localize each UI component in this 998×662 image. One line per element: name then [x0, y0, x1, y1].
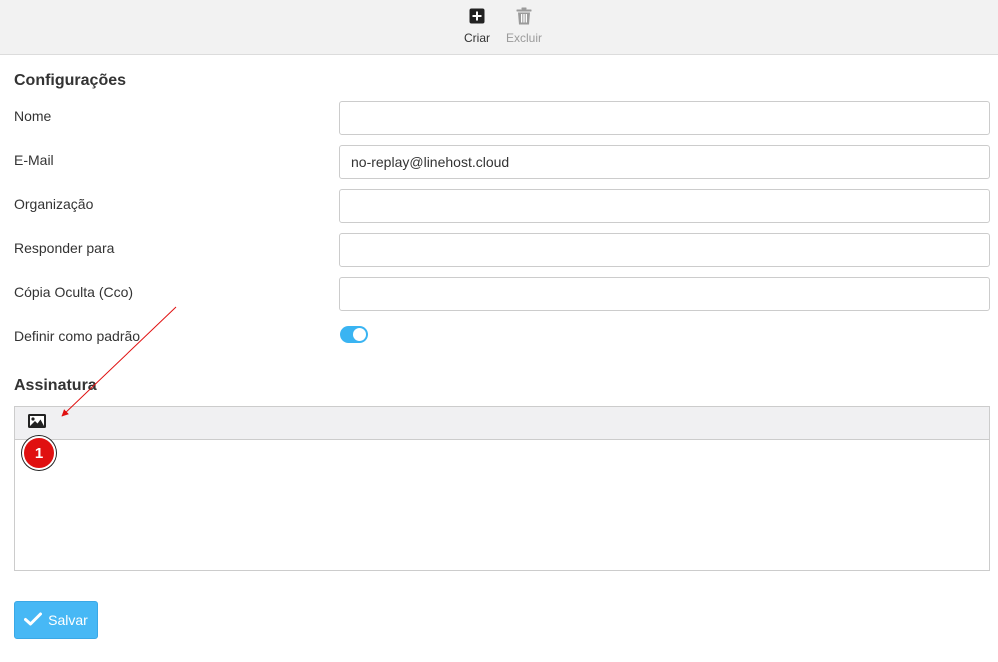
bcc-label: Cópia Oculta (Cco)	[14, 284, 134, 300]
editor-toolbar	[15, 407, 989, 440]
image-icon	[28, 413, 46, 433]
email-input[interactable]	[339, 145, 990, 179]
save-button[interactable]: Salvar	[14, 601, 98, 639]
settings-title: Configurações	[14, 72, 127, 89]
plus-square-icon	[469, 5, 485, 27]
email-label: E-Mail	[14, 152, 54, 168]
save-label: Salvar	[48, 612, 88, 628]
reply-to-label: Responder para	[14, 240, 115, 256]
reply-to-input[interactable]	[339, 233, 990, 267]
signature-editor	[14, 406, 990, 571]
annotation-marker: 1	[22, 436, 56, 470]
create-label: Criar	[464, 31, 490, 45]
name-input[interactable]	[339, 101, 990, 135]
organization-label: Organização	[14, 196, 94, 212]
top-toolbar: Criar Excluir	[0, 0, 998, 55]
signature-content[interactable]	[15, 440, 989, 570]
trash-icon	[516, 5, 532, 27]
name-label: Nome	[14, 108, 52, 124]
bcc-input[interactable]	[339, 277, 990, 311]
set-default-toggle[interactable]	[340, 326, 368, 343]
signature-title: Assinatura	[14, 377, 97, 394]
set-default-label: Definir como padrão	[14, 328, 141, 344]
toggle-knob	[353, 328, 366, 341]
delete-label: Excluir	[505, 31, 542, 45]
organization-input[interactable]	[339, 189, 990, 223]
delete-button[interactable]: Excluir	[504, 5, 544, 45]
check-icon	[24, 612, 43, 629]
insert-image-button[interactable]	[26, 413, 48, 433]
create-button[interactable]: Criar	[457, 5, 497, 45]
